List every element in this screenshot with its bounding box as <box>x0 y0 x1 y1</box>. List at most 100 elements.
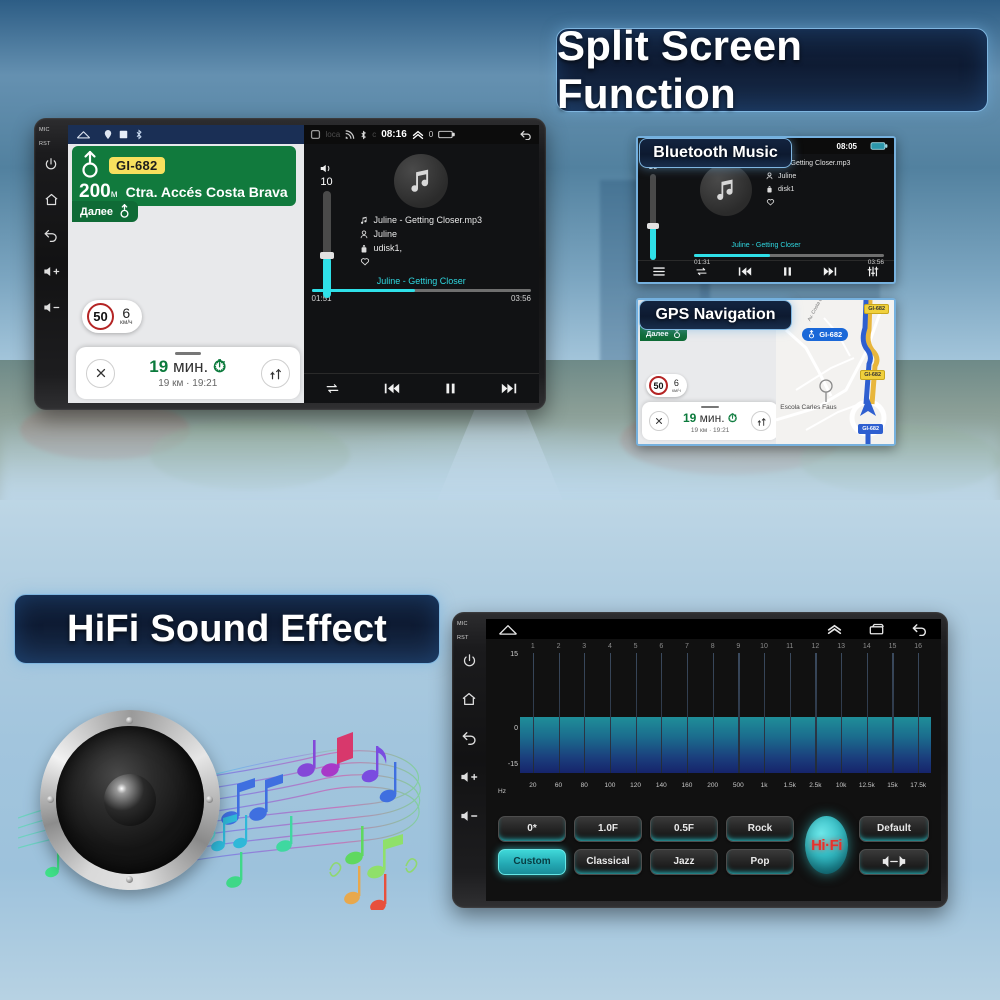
chevron-up-icon[interactable] <box>827 623 842 636</box>
gps-current-speed: 6 км/ч <box>672 378 681 393</box>
music-pane[interactable]: loca c 08:16 0 10 Juline - Getting Close… <box>303 125 540 403</box>
pause-icon[interactable] <box>782 266 793 277</box>
progress-times: 01:51 03:56 <box>312 294 532 303</box>
close-icon[interactable] <box>86 358 115 388</box>
power-icon[interactable] <box>44 157 58 176</box>
home-icon[interactable] <box>76 129 91 140</box>
back-icon[interactable] <box>461 730 478 750</box>
favorite-row[interactable] <box>360 257 540 266</box>
eq-band-13[interactable] <box>841 653 843 773</box>
equalizer-preset-grid[interactable]: 0* 1.0F 0.5F Rock Custom Classical Jazz Pop <box>498 815 794 875</box>
progress-bar[interactable] <box>311 289 531 292</box>
recents-icon[interactable] <box>310 129 321 140</box>
volume-up-icon[interactable] <box>43 265 60 283</box>
gps-map-view[interactable]: GI-682 GI-682 GI-682 GI-682 Escola Carle… <box>776 300 894 444</box>
recents-icon[interactable] <box>868 623 885 636</box>
eq-band-2[interactable] <box>558 653 560 773</box>
back-icon[interactable] <box>43 228 59 247</box>
bt-progress-bar[interactable] <box>694 254 884 257</box>
statusbar-app-text: loca <box>325 130 341 139</box>
next-icon[interactable] <box>823 266 837 277</box>
equalizer-graph[interactable]: 15 0 -15 Hz 1 20 2 60 3 80 4 100 5 120 6 140 7 160 8 20… <box>494 643 933 795</box>
equalizer-icon[interactable] <box>867 266 879 277</box>
hifi-title-banner: HiFi Sound Effect <box>14 594 440 664</box>
volume-knob[interactable] <box>319 252 334 260</box>
chevron-up-icon[interactable] <box>412 130 424 140</box>
close-icon[interactable] <box>649 411 669 431</box>
bt-favorite-row[interactable] <box>766 198 850 206</box>
volume-slider[interactable]: 10 <box>315 163 339 298</box>
eq-band-9[interactable] <box>738 653 740 773</box>
back-icon[interactable] <box>519 129 533 140</box>
hifi-knob-button[interactable]: Hi·Fi <box>805 816 848 874</box>
eq-preset-classical[interactable]: Classical <box>574 848 642 875</box>
pause-icon[interactable] <box>444 382 457 395</box>
next-icon[interactable] <box>501 382 517 395</box>
home-icon[interactable] <box>461 691 477 712</box>
previous-icon[interactable] <box>738 266 752 277</box>
eq-preset-pop[interactable]: Pop <box>726 848 794 875</box>
equalizer-right-buttons[interactable]: Default <box>859 815 929 875</box>
transport-controls[interactable] <box>303 373 539 403</box>
eq-band-1[interactable] <box>532 653 535 773</box>
default-button[interactable]: Default <box>859 815 929 842</box>
eq-band-number: 11 <box>786 643 794 650</box>
eq-preset-custom[interactable]: Custom <box>498 848 566 875</box>
repeat-icon[interactable] <box>325 382 340 395</box>
bt-album-art <box>700 164 752 216</box>
eq-band-15[interactable] <box>892 653 894 773</box>
alternate-routes-icon[interactable] <box>751 411 772 431</box>
eq-band-14[interactable] <box>866 653 868 773</box>
cast-icon <box>345 130 355 139</box>
previous-icon[interactable] <box>384 382 400 395</box>
volume-down-icon[interactable] <box>460 809 478 828</box>
volume-down-icon[interactable] <box>43 301 60 319</box>
equalizer-bands[interactable]: 1 20 2 60 3 80 4 100 5 120 6 140 7 160 8 200 9 500 10 1k 11 1… <box>520 643 931 789</box>
bluetooth-music-title-text: Bluetooth Music <box>653 144 778 161</box>
equalizer-navbar-right[interactable] <box>827 622 929 636</box>
repeat-icon[interactable] <box>695 266 708 277</box>
eq-preset-rock[interactable]: Rock <box>726 815 794 842</box>
eq-preset-0[interactable]: 0* <box>498 815 566 842</box>
eq-band-6[interactable] <box>661 653 663 773</box>
eq-band-16[interactable] <box>918 653 920 773</box>
volume-up-icon[interactable] <box>460 770 478 789</box>
eq-band-11[interactable] <box>789 653 791 773</box>
progress-section[interactable]: 01:51 03:56 <box>304 289 540 303</box>
track-metadata: Juline - Getting Closer.mp3 Juline udisk… <box>360 215 540 270</box>
bt-volume-knob[interactable] <box>647 223 659 230</box>
eq-preset-1-0f[interactable]: 1.0F <box>574 815 642 842</box>
eq-band-4[interactable] <box>609 653 612 773</box>
speaker-screw-top <box>126 717 133 724</box>
eq-band-5[interactable] <box>635 653 637 773</box>
eq-band-7[interactable] <box>686 653 689 773</box>
map-shield-bottom: GI-682 <box>858 424 884 434</box>
equalizer-controls[interactable]: 0* 1.0F 0.5F Rock Custom Classical Jazz Pop Hi·… <box>486 795 941 901</box>
track-file-name: Juline - Getting Closer.mp3 <box>373 215 483 225</box>
split-screen-title-text: Split Screen Function <box>557 22 803 117</box>
battery-icon <box>438 130 456 139</box>
volume-track[interactable] <box>319 191 334 298</box>
gps-eta-summary: 19 мин. ⏱ 19 км · 19:21 <box>683 409 737 434</box>
balance-button[interactable] <box>859 848 929 875</box>
equalizer-navbar[interactable] <box>486 619 941 639</box>
alternate-routes-icon[interactable] <box>260 358 290 388</box>
eq-frequency-label: 1k <box>760 782 768 789</box>
eq-band-3[interactable] <box>584 653 586 773</box>
map-route-badge: GI-682 <box>802 328 849 341</box>
eq-preset-jazz[interactable]: Jazz <box>650 848 718 875</box>
gps-navigation-title-text: GPS Navigation <box>655 306 776 323</box>
playlist-icon[interactable] <box>653 266 665 277</box>
heart-icon[interactable] <box>766 198 775 206</box>
eq-band-8[interactable] <box>712 653 714 773</box>
home-icon[interactable] <box>44 192 59 212</box>
power-icon[interactable] <box>462 653 477 673</box>
heart-icon[interactable] <box>360 257 370 266</box>
eq-preset-0-5f[interactable]: 0.5F <box>650 815 718 842</box>
bt-progress-section[interactable]: 01:31 03:56 <box>694 254 884 266</box>
eq-band-12[interactable] <box>815 653 817 773</box>
back-icon[interactable] <box>911 622 929 636</box>
navigation-pane[interactable]: GI-682 200м Ctra. Accés Costa Brava Дале… <box>68 125 304 403</box>
home-icon[interactable] <box>498 623 518 636</box>
eq-band-10[interactable] <box>764 653 766 773</box>
